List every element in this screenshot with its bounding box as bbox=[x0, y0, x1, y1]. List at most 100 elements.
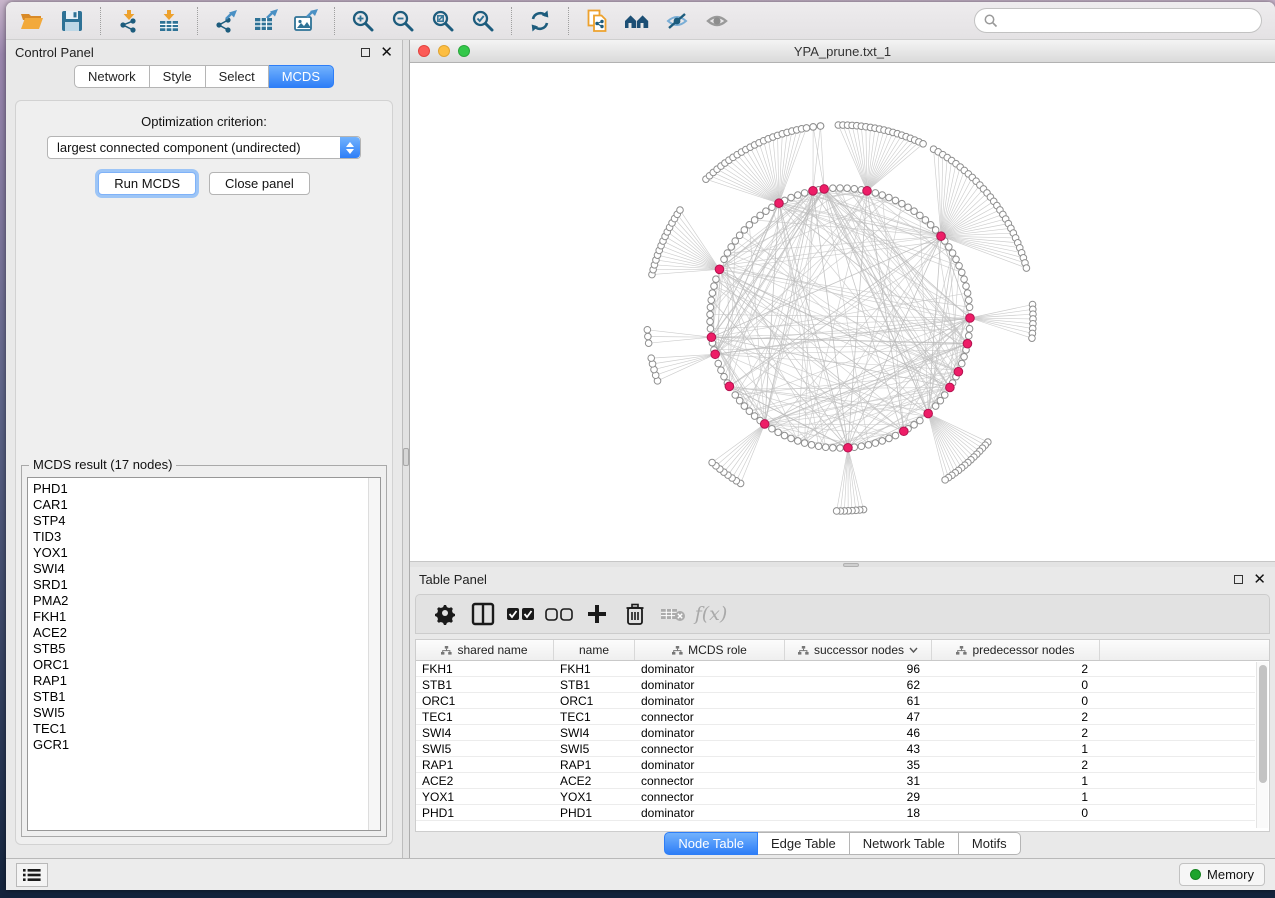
select-all-columns-button[interactable] bbox=[502, 598, 540, 630]
network-canvas[interactable] bbox=[410, 63, 1275, 561]
table-settings-button[interactable] bbox=[426, 598, 464, 630]
task-history-button[interactable] bbox=[16, 863, 48, 887]
table-row[interactable]: PHD1PHD1dominator180 bbox=[416, 805, 1255, 821]
mcds-result-item[interactable]: PMA2 bbox=[28, 593, 368, 609]
column-type-icon bbox=[672, 646, 683, 655]
toggle-panel-columns-button[interactable] bbox=[464, 598, 502, 630]
tab-mcds[interactable]: MCDS bbox=[269, 65, 334, 88]
mcds-result-item[interactable]: TEC1 bbox=[28, 721, 368, 737]
column-type-icon bbox=[956, 646, 967, 655]
import-table-icon bbox=[157, 9, 181, 33]
mcds-result-item[interactable]: GCR1 bbox=[28, 737, 368, 753]
mcds-result-item[interactable]: RAP1 bbox=[28, 673, 368, 689]
float-window-icon[interactable] bbox=[361, 48, 370, 57]
table-row[interactable]: STB1STB1dominator620 bbox=[416, 677, 1255, 693]
zoom-selected-button[interactable] bbox=[463, 5, 503, 37]
mcds-result-item[interactable]: ACE2 bbox=[28, 625, 368, 641]
table-row[interactable]: TEC1TEC1connector472 bbox=[416, 709, 1255, 725]
mcds-result-list[interactable]: PHD1CAR1STP4TID3YOX1SWI4SRD1PMA2FKH1ACE2… bbox=[27, 477, 381, 831]
mcds-result-item[interactable]: SRD1 bbox=[28, 577, 368, 593]
create-column-button[interactable] bbox=[578, 598, 616, 630]
mcds-result-item[interactable]: YOX1 bbox=[28, 545, 368, 561]
double-house-button[interactable] bbox=[617, 5, 657, 37]
tab-network-table[interactable]: Network Table bbox=[850, 832, 959, 855]
delete-columns-button[interactable] bbox=[616, 598, 654, 630]
split-columns-icon bbox=[471, 602, 495, 626]
close-panel-icon[interactable]: ✕ bbox=[1253, 575, 1266, 584]
tab-style[interactable]: Style bbox=[150, 65, 206, 88]
column-header-shared-name[interactable]: shared name bbox=[416, 640, 554, 660]
column-header-name[interactable]: name bbox=[554, 640, 635, 660]
zoom-out-button[interactable] bbox=[383, 5, 423, 37]
table-row[interactable]: SWI4SWI4dominator462 bbox=[416, 725, 1255, 741]
float-window-icon[interactable] bbox=[1234, 575, 1243, 584]
function-icon: f(x) bbox=[695, 603, 728, 625]
table-cell: SWI5 bbox=[554, 741, 635, 756]
show-all-button[interactable] bbox=[697, 5, 737, 37]
function-builder-button[interactable]: f(x) bbox=[692, 598, 730, 630]
table-row[interactable]: SWI5SWI5connector431 bbox=[416, 741, 1255, 757]
search-input[interactable] bbox=[974, 8, 1262, 33]
hide-selected-button[interactable] bbox=[657, 5, 697, 37]
export-network-button[interactable] bbox=[206, 5, 246, 37]
open-button[interactable] bbox=[12, 5, 52, 37]
column-header-predecessor-nodes[interactable]: predecessor nodes bbox=[932, 640, 1100, 660]
tab-node-table[interactable]: Node Table bbox=[664, 832, 758, 855]
apply-layout-button[interactable] bbox=[520, 5, 560, 37]
tab-select[interactable]: Select bbox=[206, 65, 269, 88]
mcds-result-item[interactable]: STB5 bbox=[28, 641, 368, 657]
memory-button[interactable]: Memory bbox=[1179, 863, 1265, 886]
destroy-table-button[interactable] bbox=[654, 598, 692, 630]
zoom-fit-icon bbox=[431, 9, 455, 33]
mcds-result-item[interactable]: SWI5 bbox=[28, 705, 368, 721]
table-cell: SWI5 bbox=[416, 741, 554, 756]
column-header-successor-nodes[interactable]: successor nodes bbox=[785, 640, 932, 660]
zoom-fit-button[interactable] bbox=[423, 5, 463, 37]
table-panel-tabs: Node Table Edge Table Network Table Moti… bbox=[410, 832, 1275, 855]
mcds-result-item[interactable]: TID3 bbox=[28, 529, 368, 545]
table-row[interactable]: FKH1FKH1dominator962 bbox=[416, 661, 1255, 677]
table-scrollbar-thumb[interactable] bbox=[1259, 665, 1267, 783]
mcds-list-scrollbar[interactable] bbox=[368, 478, 380, 830]
run-mcds-button[interactable]: Run MCDS bbox=[98, 172, 196, 195]
import-table-button[interactable] bbox=[149, 5, 189, 37]
tab-network[interactable]: Network bbox=[74, 65, 150, 88]
tab-edge-table[interactable]: Edge Table bbox=[758, 832, 850, 855]
mcds-result-title: MCDS result (17 nodes) bbox=[29, 457, 176, 472]
sort-descending-icon bbox=[909, 647, 918, 653]
table-cell: 1 bbox=[932, 773, 1100, 788]
mcds-result-item[interactable]: FKH1 bbox=[28, 609, 368, 625]
table-row[interactable]: ACE2ACE2connector311 bbox=[416, 773, 1255, 789]
optimization-criterion-select[interactable]: largest connected component (undirected) bbox=[47, 136, 361, 159]
mcds-result-item[interactable]: PHD1 bbox=[28, 481, 368, 497]
table-cell: dominator bbox=[635, 661, 785, 676]
deselect-all-columns-button[interactable] bbox=[540, 598, 578, 630]
mcds-result-item[interactable]: CAR1 bbox=[28, 497, 368, 513]
table-cell: dominator bbox=[635, 677, 785, 692]
table-scrollbar[interactable] bbox=[1256, 662, 1268, 828]
new-network-from-selection-button[interactable] bbox=[577, 5, 617, 37]
export-table-button[interactable] bbox=[246, 5, 286, 37]
mcds-result-item[interactable]: ORC1 bbox=[28, 657, 368, 673]
close-panel-button[interactable]: Close panel bbox=[209, 172, 310, 195]
table-row[interactable]: RAP1RAP1dominator352 bbox=[416, 757, 1255, 773]
table-row[interactable]: YOX1YOX1connector291 bbox=[416, 789, 1255, 805]
import-network-button[interactable] bbox=[109, 5, 149, 37]
mcds-result-item[interactable]: SWI4 bbox=[28, 561, 368, 577]
tab-motifs[interactable]: Motifs bbox=[959, 832, 1021, 855]
save-button[interactable] bbox=[52, 5, 92, 37]
close-panel-icon[interactable]: ✕ bbox=[380, 48, 393, 57]
splitter-handle[interactable] bbox=[403, 448, 409, 466]
network-window-titlebar[interactable]: YPA_prune.txt_1 bbox=[410, 40, 1275, 63]
zoom-in-button[interactable] bbox=[343, 5, 383, 37]
vertical-splitter[interactable] bbox=[402, 40, 410, 858]
table-row[interactable]: ORC1ORC1dominator610 bbox=[416, 693, 1255, 709]
toolbar-separator bbox=[197, 7, 198, 35]
table-cell: dominator bbox=[635, 693, 785, 708]
column-header-mcds-role[interactable]: MCDS role bbox=[635, 640, 785, 660]
mcds-result-item[interactable]: STB1 bbox=[28, 689, 368, 705]
table-cell: 61 bbox=[785, 693, 932, 708]
mcds-result-item[interactable]: STP4 bbox=[28, 513, 368, 529]
export-image-button[interactable] bbox=[286, 5, 326, 37]
export-table-icon bbox=[253, 9, 279, 33]
